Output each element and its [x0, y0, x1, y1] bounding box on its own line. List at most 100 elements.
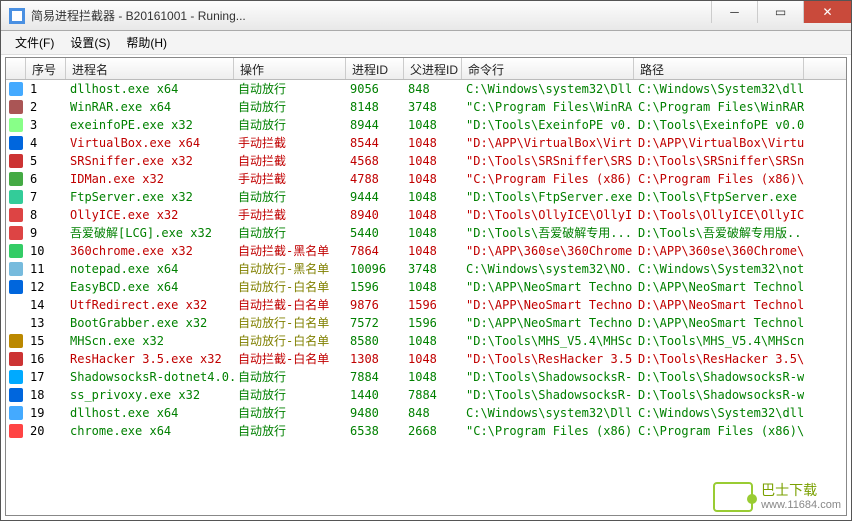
table-row[interactable]: 3exeinfoPE.exe x32自动放行89441048"D:\Tools\…: [6, 116, 846, 134]
cell-ppid: 2668: [404, 422, 462, 440]
th-name[interactable]: 进程名: [66, 58, 234, 79]
cell-op: 自动放行: [234, 80, 346, 98]
process-icon: [6, 422, 26, 440]
table-row[interactable]: 5SRSniffer.exe x32自动拦截45681048"D:\Tools\…: [6, 152, 846, 170]
process-icon: [6, 170, 26, 188]
cell-name: WinRAR.exe x64: [66, 98, 234, 116]
table-row[interactable]: 11notepad.exe x64自动放行-黑名单100963748C:\Win…: [6, 260, 846, 278]
cell-op: 自动拦截-白名单: [234, 296, 346, 314]
watermark: 巴士下载 www.11684.com: [713, 482, 841, 512]
menubar: 文件(F) 设置(S) 帮助(H): [1, 31, 851, 55]
titlebar[interactable]: 简易进程拦截器 - B20161001 - Runing... ─ ▭ ✕: [1, 1, 851, 31]
process-icon: [6, 260, 26, 278]
cell-op: 自动放行: [234, 386, 346, 404]
minimize-button[interactable]: ─: [711, 1, 757, 23]
cell-op: 自动放行: [234, 188, 346, 206]
table-row[interactable]: 15MHScn.exe x32自动放行-白名单85801048"D:\Tools…: [6, 332, 846, 350]
table-row[interactable]: 13BootGrabber.exe x32自动放行-白名单75721596"D:…: [6, 314, 846, 332]
table-row[interactable]: 18ss_privoxy.exe x32自动放行14407884"D:\Tool…: [6, 386, 846, 404]
table-row[interactable]: 16ResHacker 3.5.exe x32自动拦截-白名单13081048"…: [6, 350, 846, 368]
cell-path: D:\Tools\FtpServer.exe: [634, 188, 804, 206]
cell-seq: 14: [26, 296, 66, 314]
cell-op: 自动拦截: [234, 152, 346, 170]
table-row[interactable]: 8OllyICE.exe x32手动拦截89401048"D:\Tools\Ol…: [6, 206, 846, 224]
table-row[interactable]: 2WinRAR.exe x64自动放行81483748"C:\Program F…: [6, 98, 846, 116]
cell-name: IDMan.exe x32: [66, 170, 234, 188]
th-ppid[interactable]: 父进程ID: [404, 58, 462, 79]
table-row[interactable]: 12EasyBCD.exe x64自动放行-白名单15961048"D:\APP…: [6, 278, 846, 296]
cell-pid: 4788: [346, 170, 404, 188]
cell-name: OllyICE.exe x32: [66, 206, 234, 224]
maximize-button[interactable]: ▭: [757, 1, 803, 23]
cell-path: D:\APP\NeoSmart Technol...: [634, 278, 804, 296]
th-icon[interactable]: [6, 58, 26, 79]
cell-path: D:\Tools\SRSniffer\SRSn...: [634, 152, 804, 170]
menu-help[interactable]: 帮助(H): [118, 31, 175, 54]
cell-ppid: 1048: [404, 278, 462, 296]
cell-ppid: 848: [404, 404, 462, 422]
cell-name: MHScn.exe x32: [66, 332, 234, 350]
table-row[interactable]: 9吾爱破解[LCG].exe x32自动放行54401048"D:\Tools\…: [6, 224, 846, 242]
table-row[interactable]: 7FtpServer.exe x32自动放行94441048"D:\Tools\…: [6, 188, 846, 206]
cell-ppid: 1048: [404, 134, 462, 152]
cell-ppid: 1596: [404, 314, 462, 332]
table-row[interactable]: 6IDMan.exe x32手动拦截47881048"C:\Program Fi…: [6, 170, 846, 188]
table-body: 1dllhost.exe x64自动放行9056848C:\Windows\sy…: [6, 80, 846, 440]
cell-pid: 8940: [346, 206, 404, 224]
cell-ppid: 1048: [404, 152, 462, 170]
cell-name: notepad.exe x64: [66, 260, 234, 278]
cell-cmd: "D:\APP\VirtualBox\Virt...: [462, 134, 634, 152]
process-icon: [6, 224, 26, 242]
menu-settings[interactable]: 设置(S): [62, 31, 118, 54]
cell-path: C:\Windows\System32\dll...: [634, 80, 804, 98]
cell-name: FtpServer.exe x32: [66, 188, 234, 206]
cell-name: 吾爱破解[LCG].exe x32: [66, 224, 234, 242]
th-path[interactable]: 路径: [634, 58, 804, 79]
table-header: 序号 进程名 操作 进程ID 父进程ID 命令行 路径: [6, 58, 846, 80]
watermark-icon: [713, 482, 753, 512]
table-row[interactable]: 20chrome.exe x64自动放行65382668"C:\Program …: [6, 422, 846, 440]
th-cmd[interactable]: 命令行: [462, 58, 634, 79]
cell-op: 自动放行-黑名单: [234, 260, 346, 278]
menu-file[interactable]: 文件(F): [7, 31, 62, 54]
cell-seq: 3: [26, 116, 66, 134]
process-icon: [6, 278, 26, 296]
cell-name: VirtualBox.exe x64: [66, 134, 234, 152]
cell-ppid: 1596: [404, 296, 462, 314]
table-row[interactable]: 19dllhost.exe x64自动放行9480848C:\Windows\s…: [6, 404, 846, 422]
cell-op: 自动放行: [234, 368, 346, 386]
cell-pid: 1308: [346, 350, 404, 368]
th-op[interactable]: 操作: [234, 58, 346, 79]
cell-path: D:\Tools\吾爱破解专用版...: [634, 224, 804, 242]
cell-pid: 4568: [346, 152, 404, 170]
watermark-url: www.11684.com: [761, 499, 841, 511]
cell-pid: 7572: [346, 314, 404, 332]
cell-seq: 1: [26, 80, 66, 98]
table-row[interactable]: 17ShadowsocksR-dotnet4.0...自动放行78841048"…: [6, 368, 846, 386]
th-seq[interactable]: 序号: [26, 58, 66, 79]
table-row[interactable]: 10360chrome.exe x32自动拦截-黑名单78641048"D:\A…: [6, 242, 846, 260]
cell-seq: 5: [26, 152, 66, 170]
cell-seq: 15: [26, 332, 66, 350]
cell-op: 手动拦截: [234, 206, 346, 224]
cell-name: 360chrome.exe x32: [66, 242, 234, 260]
cell-pid: 1596: [346, 278, 404, 296]
cell-op: 自动放行-白名单: [234, 314, 346, 332]
cell-cmd: "C:\Program Files\WinRA...: [462, 98, 634, 116]
cell-op: 自动放行: [234, 224, 346, 242]
cell-pid: 7884: [346, 368, 404, 386]
cell-op: 自动放行: [234, 404, 346, 422]
table-row[interactable]: 1dllhost.exe x64自动放行9056848C:\Windows\sy…: [6, 80, 846, 98]
cell-path: C:\Program Files\WinRAR...: [634, 98, 804, 116]
cell-ppid: 1048: [404, 242, 462, 260]
cell-path: D:\APP\360se\360Chrome\...: [634, 242, 804, 260]
process-icon: [6, 206, 26, 224]
table-row[interactable]: 4VirtualBox.exe x64手动拦截85441048"D:\APP\V…: [6, 134, 846, 152]
cell-op: 自动放行-白名单: [234, 278, 346, 296]
cell-cmd: "C:\Program Files (x86)...: [462, 422, 634, 440]
cell-op: 自动拦截-黑名单: [234, 242, 346, 260]
close-button[interactable]: ✕: [803, 1, 851, 23]
table-row[interactable]: 14UtfRedirect.exe x32自动拦截-白名单98761596"D:…: [6, 296, 846, 314]
cell-ppid: 1048: [404, 188, 462, 206]
th-pid[interactable]: 进程ID: [346, 58, 404, 79]
